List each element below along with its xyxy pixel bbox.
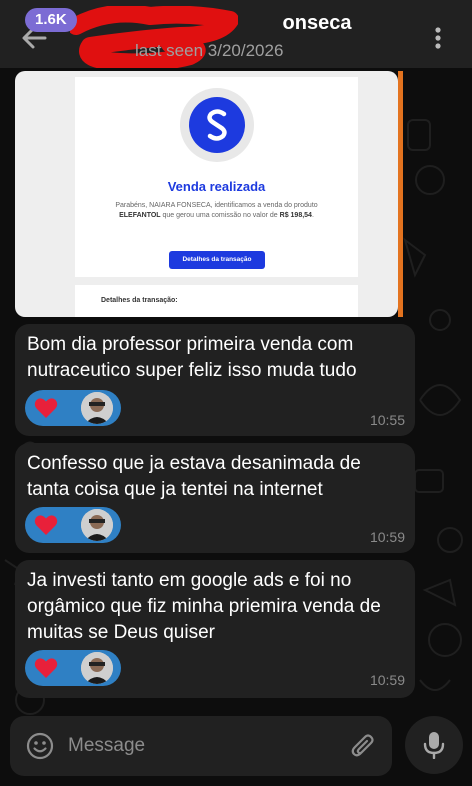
image-message[interactable]: Venda realizada Parabéns, NAIARA FONSECA… [15, 71, 398, 317]
message-text: Ja investi tanto em google ads e foi no … [27, 570, 381, 643]
message-time: 10:59 [369, 672, 405, 688]
avatar [81, 509, 113, 541]
heart-icon [34, 658, 58, 678]
message-bubble[interactable]: Ja investi tanto em google ads e foi no … [15, 560, 415, 698]
email-heading: Venda realizada [167, 179, 266, 194]
message-text: Bom dia professor primeira venda com nut… [27, 334, 357, 381]
microphone-button[interactable] [405, 716, 463, 774]
reaction-chip[interactable] [25, 650, 121, 686]
reaction-chip[interactable] [25, 390, 121, 426]
message-text: Confesso que ja estava desanimada de tan… [27, 453, 361, 500]
email-body: Parabéns, NAIARA FONSECA, identificamos … [115, 202, 318, 219]
message-time: 10:59 [369, 529, 405, 545]
transaction-details-label: Detalhes da transação: [101, 297, 178, 304]
unread-count-badge: 1.6K [25, 8, 77, 32]
message-input[interactable] [68, 730, 338, 762]
avatar [81, 652, 113, 684]
chat-header: onseca 1.6K last seen 3/20/2026 [0, 0, 472, 68]
microphone-icon [423, 732, 445, 759]
transaction-details-button: Detalhes da transação [169, 251, 265, 269]
avatar [81, 392, 113, 424]
heart-icon [34, 398, 58, 418]
message-time: 10:55 [369, 412, 405, 428]
emoji-icon[interactable] [26, 732, 54, 760]
reaction-chip[interactable] [25, 507, 121, 543]
dollar-s-icon [207, 109, 227, 141]
brand-logo [180, 88, 254, 162]
message-bubble[interactable]: Confesso que ja estava desanimada de tan… [15, 443, 415, 553]
paperclip-icon[interactable] [350, 732, 376, 760]
message-composer [10, 716, 392, 776]
message-bubble[interactable]: Bom dia professor primeira venda com nut… [15, 324, 415, 436]
email-card: Venda realizada Parabéns, NAIARA FONSECA… [75, 77, 358, 277]
image-edge-decoration [398, 71, 403, 317]
last-seen-status: last seen 3/20/2026 [135, 41, 284, 60]
more-vertical-icon[interactable] [428, 24, 448, 52]
heart-icon [34, 515, 58, 535]
email-details-card: Detalhes da transação: [75, 285, 358, 317]
